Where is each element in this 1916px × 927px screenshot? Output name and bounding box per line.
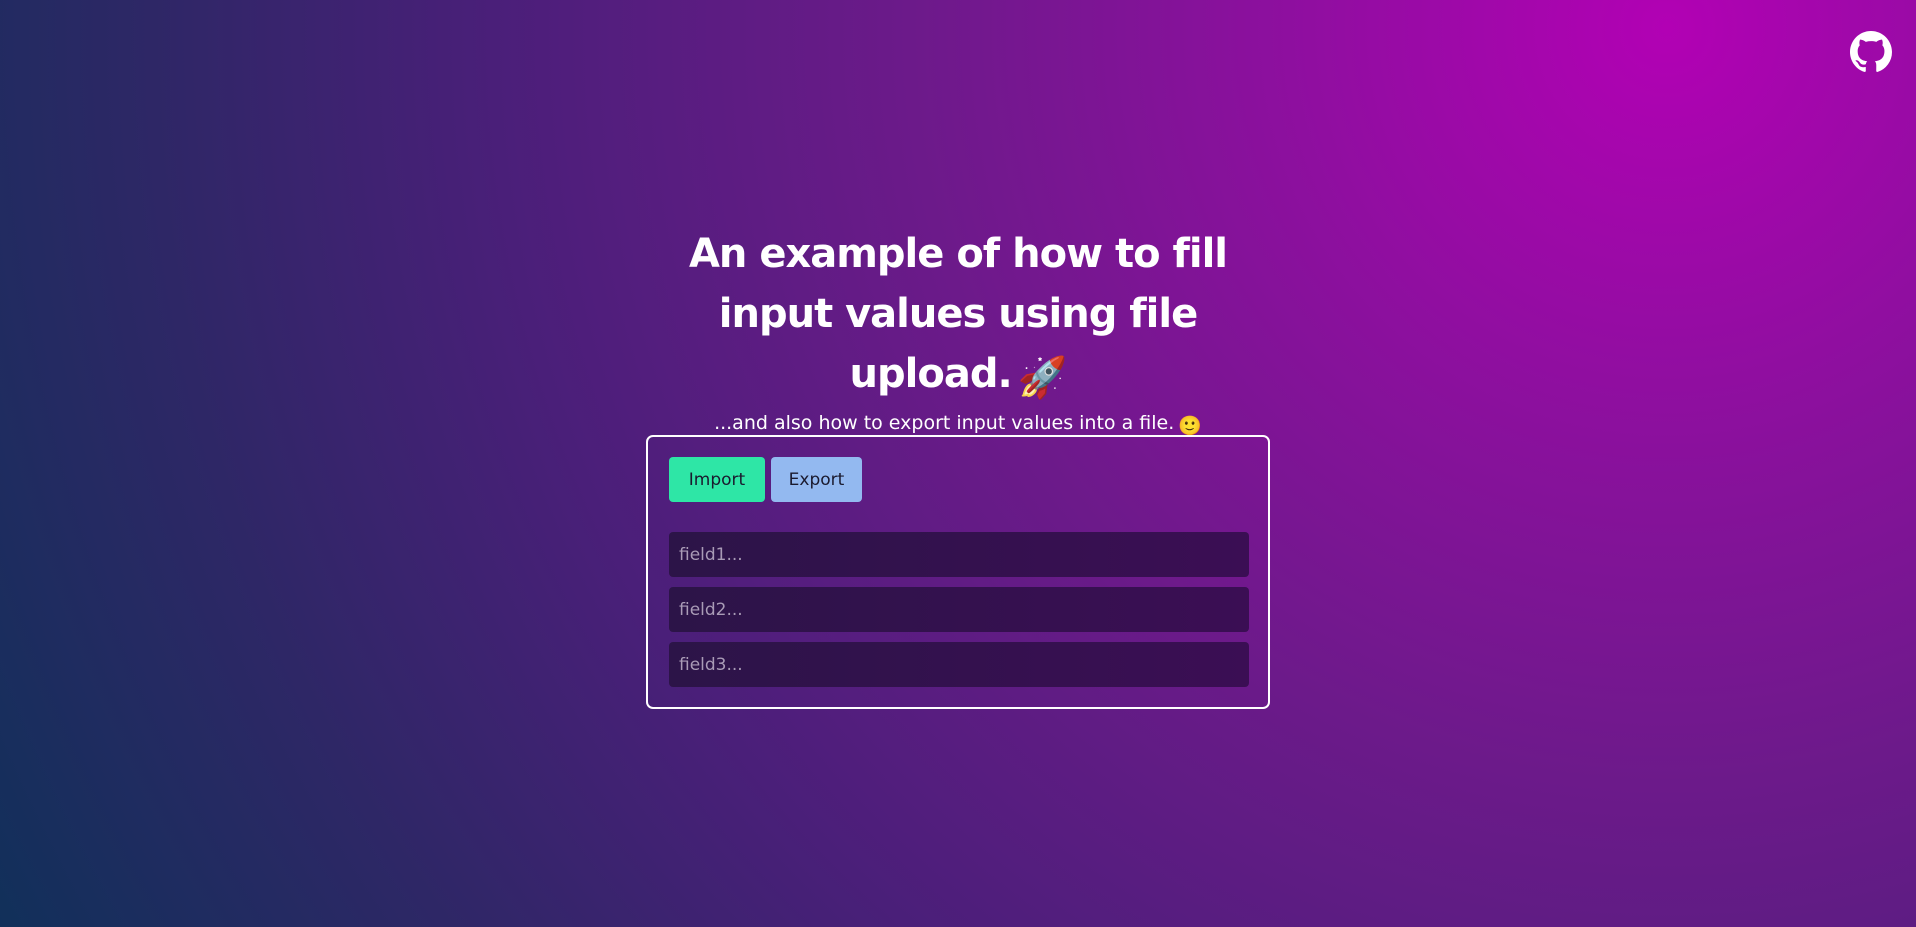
import-button[interactable]: Import — [669, 457, 765, 502]
export-button[interactable]: Export — [771, 457, 862, 502]
github-link[interactable] — [1850, 31, 1892, 73]
field2-input[interactable] — [669, 587, 1249, 632]
github-icon — [1850, 31, 1892, 72]
page-title: An example of how to fill input values u… — [638, 224, 1278, 408]
rocket-icon: 🚀 — [1017, 355, 1068, 401]
field3-input[interactable] — [669, 642, 1249, 687]
page-subtitle-text: ...and also how to export input values i… — [714, 412, 1175, 434]
hero: An example of how to fill input values u… — [0, 224, 1916, 439]
button-row: Import Export — [669, 457, 1247, 502]
form-panel: Import Export — [646, 435, 1270, 709]
page-title-text: An example of how to fill input values u… — [688, 231, 1228, 397]
field1-input[interactable] — [669, 532, 1249, 577]
